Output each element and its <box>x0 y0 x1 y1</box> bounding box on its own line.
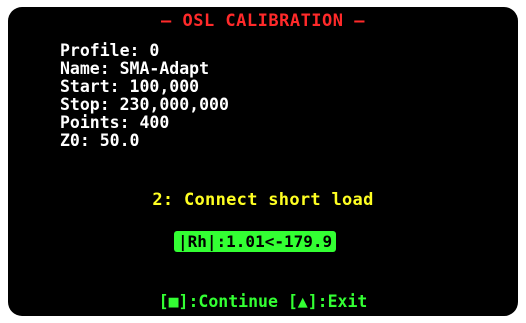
exit-label: :Exit <box>317 292 368 311</box>
calibration-step-instruction: 2: Connect short load <box>152 190 374 210</box>
points-line: Points: 400 <box>60 113 170 132</box>
z0-line: Z0: 50.0 <box>60 131 140 150</box>
name-line: Name: SMA-Adapt <box>60 59 210 78</box>
device-bezel: — OSL CALIBRATION — Profile: 0 Name: SMA… <box>0 0 526 323</box>
stop-frequency-line: Stop: 230,000,000 <box>60 95 229 114</box>
triangle-up-key-icon: [▲] <box>287 292 318 311</box>
screen-title: — OSL CALIBRATION — <box>161 11 365 31</box>
square-key-icon: [■] <box>158 292 189 311</box>
continue-key-hint[interactable]: [■]:Continue <box>159 292 278 311</box>
exit-key-hint[interactable]: [▲]:Exit <box>288 292 367 311</box>
profile-line: Profile: 0 <box>60 41 160 60</box>
profile-info-block: Profile: 0 Name: SMA-Adapt Start: 100,00… <box>60 42 229 150</box>
continue-label: :Continue <box>188 292 278 311</box>
reflection-readout: |Rh|:1.01<-179.9 <box>174 231 337 252</box>
lcd-screen: — OSL CALIBRATION — Profile: 0 Name: SMA… <box>8 7 518 316</box>
start-frequency-line: Start: 100,000 <box>60 77 200 96</box>
key-hints: [■]:Continue [▲]:Exit <box>8 292 518 311</box>
